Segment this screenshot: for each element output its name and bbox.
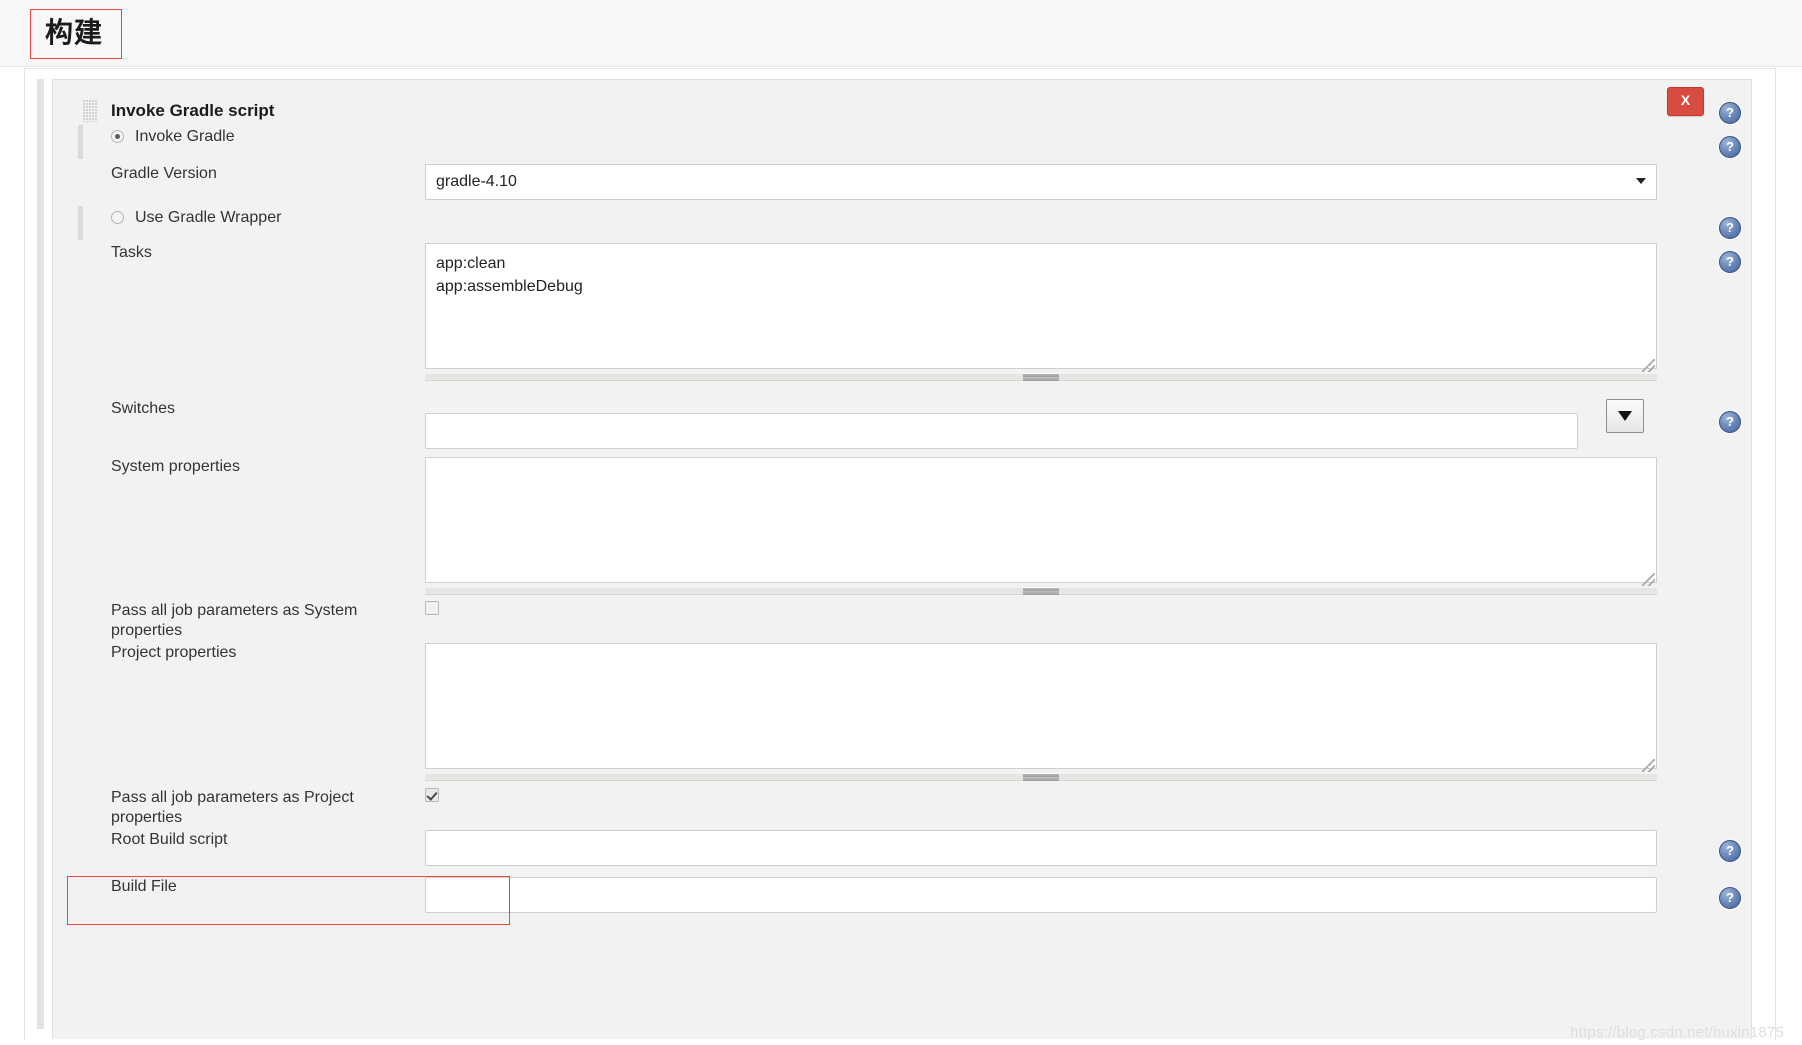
gradle-version-field-area: gradle-4.10 [425, 164, 1753, 200]
row-build-file: Build File [53, 877, 1753, 913]
help-icon-builder[interactable]: ? [1719, 102, 1741, 124]
tasks-resize-grip[interactable] [1023, 373, 1059, 381]
page-title-annotation-box: 构建 [30, 9, 123, 59]
row-invoke-gradle: Invoke Gradle [53, 127, 1753, 147]
root-build-script-input[interactable] [425, 830, 1657, 866]
system-properties-textarea[interactable] [425, 457, 1657, 583]
row-use-gradle-wrapper: Use Gradle Wrapper [53, 208, 1753, 228]
row-tasks: Tasks [53, 243, 1753, 381]
build-file-label: Build File [111, 878, 177, 895]
page-header: 构建 [0, 0, 1802, 67]
project-properties-field-area [425, 643, 1753, 781]
pass-project-properties-field-area [425, 788, 1753, 807]
row-pass-system-properties: Pass all job parameters as System proper… [53, 601, 1753, 641]
build-file-field-area [425, 877, 1753, 913]
root-build-script-field-area [425, 830, 1753, 866]
radio-use-gradle-wrapper[interactable] [111, 211, 124, 224]
chevron-down-icon [1636, 178, 1646, 184]
switches-input[interactable] [425, 413, 1578, 449]
pass-system-properties-field-area [425, 601, 1753, 620]
help-icon-build-file[interactable]: ? [1719, 887, 1741, 909]
switches-field-area [425, 399, 1753, 449]
help-icon-switches[interactable]: ? [1719, 411, 1741, 433]
pass-project-properties-label: Pass all job parameters as Project prope… [111, 789, 354, 826]
switches-dropdown-button[interactable] [1606, 399, 1645, 433]
radio-invoke-gradle-label: Invoke Gradle [135, 128, 235, 145]
system-properties-textarea-wrap [425, 457, 1657, 595]
switches-label: Switches [111, 400, 176, 417]
use-gradle-wrapper-radio-cell: Use Gradle Wrapper [53, 208, 425, 228]
tasks-textarea-wrap [425, 243, 1657, 381]
pass-system-properties-label: Pass all job parameters as System proper… [111, 602, 358, 639]
pass-project-properties-checkbox[interactable] [425, 788, 439, 802]
watermark: https://blog.csdn.net/huxin1875 [1570, 1024, 1784, 1041]
delete-builder-button[interactable]: X [1667, 87, 1704, 116]
drag-dots-icon[interactable] [83, 100, 97, 122]
help-icon-invoke-gradle[interactable]: ? [1719, 136, 1741, 158]
builder-drag-bar[interactable] [37, 79, 44, 1029]
row-system-properties: System properties [53, 457, 1753, 595]
radio-invoke-gradle[interactable] [111, 130, 124, 143]
tasks-textarea[interactable] [425, 243, 1657, 369]
row-pass-project-properties: Pass all job parameters as Project prope… [53, 788, 1753, 828]
row-gradle-version: Gradle Version gradle-4.10 [53, 164, 1753, 200]
gradle-version-select[interactable]: gradle-4.10 [425, 164, 1657, 200]
system-properties-resize-grip[interactable] [1023, 587, 1059, 595]
project-properties-textarea[interactable] [425, 643, 1657, 769]
help-icon-root-build-script[interactable]: ? [1719, 840, 1741, 862]
builder-header: Invoke Gradle script [53, 94, 274, 128]
row-root-build-script: Root Build script [53, 830, 1753, 866]
radio-use-gradle-wrapper-label: Use Gradle Wrapper [135, 209, 282, 226]
page-title: 构建 [45, 17, 104, 48]
help-icon-tasks[interactable]: ? [1719, 251, 1741, 273]
build-file-input[interactable] [425, 877, 1657, 913]
pass-system-properties-checkbox[interactable] [425, 601, 439, 615]
gradle-builder-block: Invoke Gradle script X ? Invoke Gradle ?… [52, 79, 1752, 1039]
gradle-version-value: gradle-4.10 [436, 173, 517, 190]
builders-container: Invoke Gradle script X ? Invoke Gradle ?… [24, 68, 1776, 1040]
root-build-script-label: Root Build script [111, 831, 228, 848]
project-properties-label: Project properties [111, 644, 237, 661]
help-icon-use-gradle-wrapper[interactable]: ? [1719, 217, 1741, 239]
row-switches: Switches [53, 399, 1753, 449]
system-properties-field-area [425, 457, 1753, 595]
project-properties-textarea-wrap [425, 643, 1657, 781]
builder-title: Invoke Gradle script [111, 101, 275, 120]
invoke-gradle-radio-cell: Invoke Gradle [53, 127, 425, 147]
tasks-field-area [425, 243, 1753, 381]
gradle-version-label: Gradle Version [111, 165, 217, 182]
project-properties-resize-grip[interactable] [1023, 773, 1059, 781]
tasks-label: Tasks [111, 244, 152, 261]
row-project-properties: Project properties [53, 643, 1753, 781]
system-properties-label: System properties [111, 458, 240, 475]
